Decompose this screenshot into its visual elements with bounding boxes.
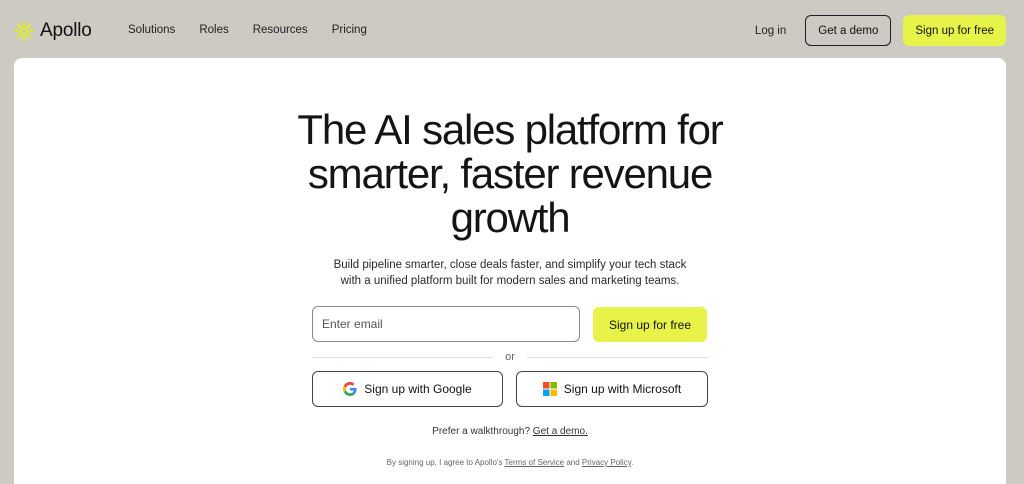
legal-text: By signing up, I agree to Apollo's Terms…	[14, 458, 1006, 467]
signup-submit-button[interactable]: Sign up for free	[593, 307, 707, 342]
get-demo-button[interactable]: Get a demo	[805, 15, 892, 46]
divider-line	[526, 356, 708, 358]
hero-title-line: growth	[450, 194, 571, 241]
hero-subtitle-line: Build pipeline smarter, close deals fast…	[333, 259, 687, 271]
google-icon	[343, 382, 357, 396]
hero-subtitle-line: with a unified platform built for modern…	[340, 275, 680, 287]
logo-text: Apollo	[40, 20, 92, 41]
terms-of-service-link[interactable]: Terms of Service	[505, 458, 565, 467]
nav-actions: Log in Get a demo Sign up for free	[755, 15, 1006, 46]
legal-prefix: By signing up, I agree to Apollo's	[386, 458, 505, 467]
apollo-logo[interactable]: Apollo	[14, 19, 92, 43]
divider-line	[312, 356, 494, 358]
walkthrough-prefix: Prefer a walkthrough?	[432, 426, 533, 437]
top-nav: Apollo Solutions Roles Resources Pricing…	[0, 0, 1024, 60]
get-demo-link[interactable]: Get a demo.	[533, 426, 588, 437]
hero-card: The AI sales platform for smarter, faste…	[14, 58, 1006, 484]
microsoft-icon	[542, 382, 557, 396]
nav-link-roles[interactable]: Roles	[199, 22, 228, 38]
email-input[interactable]	[312, 306, 580, 342]
nav-links: Solutions Roles Resources Pricing	[128, 22, 367, 38]
hero-title-line: The AI sales platform for	[297, 106, 723, 153]
hero-title: The AI sales platform for smarter, faste…	[14, 108, 1006, 240]
or-divider: or	[312, 350, 708, 364]
privacy-policy-link[interactable]: Privacy Policy	[582, 458, 631, 467]
signup-button-nav[interactable]: Sign up for free	[903, 15, 1006, 46]
nav-link-solutions[interactable]: Solutions	[128, 22, 175, 38]
asterisk-burst-icon	[14, 21, 34, 41]
google-button-label: Sign up with Google	[364, 382, 472, 396]
hero-title-line: smarter, faster revenue	[307, 150, 713, 197]
nav-link-pricing[interactable]: Pricing	[332, 22, 367, 38]
nav-link-resources[interactable]: Resources	[253, 22, 308, 38]
legal-suffix: .	[631, 458, 634, 467]
microsoft-signup-button[interactable]: Sign up with Microsoft	[516, 371, 708, 407]
microsoft-button-label: Sign up with Microsoft	[563, 382, 682, 396]
or-text: or	[505, 351, 515, 363]
legal-middle: and	[564, 458, 582, 467]
walkthrough-text: Prefer a walkthrough? Get a demo.	[14, 426, 1006, 437]
google-signup-button[interactable]: Sign up with Google	[312, 371, 503, 407]
login-link[interactable]: Log in	[755, 25, 786, 37]
hero-subtitle: Build pipeline smarter, close deals fast…	[14, 257, 1006, 289]
